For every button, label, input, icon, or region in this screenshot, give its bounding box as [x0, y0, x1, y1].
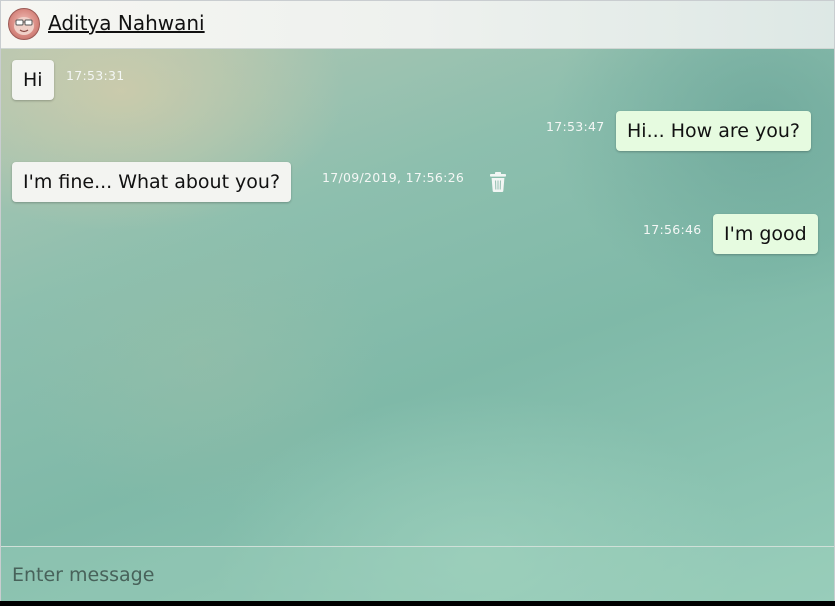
message-timestamp: 17/09/2019, 17:56:26: [322, 170, 465, 185]
message-bubble-outgoing: Hi... How are you?: [616, 111, 811, 151]
message-bubble-outgoing: I'm good: [713, 214, 818, 254]
message-timestamp: 17:53:31: [66, 68, 125, 83]
contact-name-link[interactable]: Aditya Nahwani: [48, 11, 205, 35]
chat-window: Aditya Nahwani Hi 17:53:31 17:53:47 Hi..…: [0, 0, 835, 602]
message-bubble-incoming: I'm fine... What about you?: [12, 162, 292, 202]
message-timestamp: 17:56:46: [643, 222, 702, 237]
trash-icon[interactable]: [489, 172, 507, 192]
message-bubble-incoming: Hi: [12, 60, 54, 100]
message-text: Hi... How are you?: [627, 120, 800, 142]
message-text: I'm good: [724, 223, 807, 245]
message-text: Hi: [23, 69, 43, 91]
bottom-edge: [0, 601, 835, 606]
chat-header: Aditya Nahwani: [1, 1, 834, 49]
message-composer: [1, 546, 834, 601]
message-text: I'm fine... What about you?: [23, 171, 281, 193]
message-input[interactable]: [1, 547, 834, 601]
message-timestamp: 17:53:47: [546, 119, 605, 134]
user-avatar-icon[interactable]: [8, 8, 40, 40]
